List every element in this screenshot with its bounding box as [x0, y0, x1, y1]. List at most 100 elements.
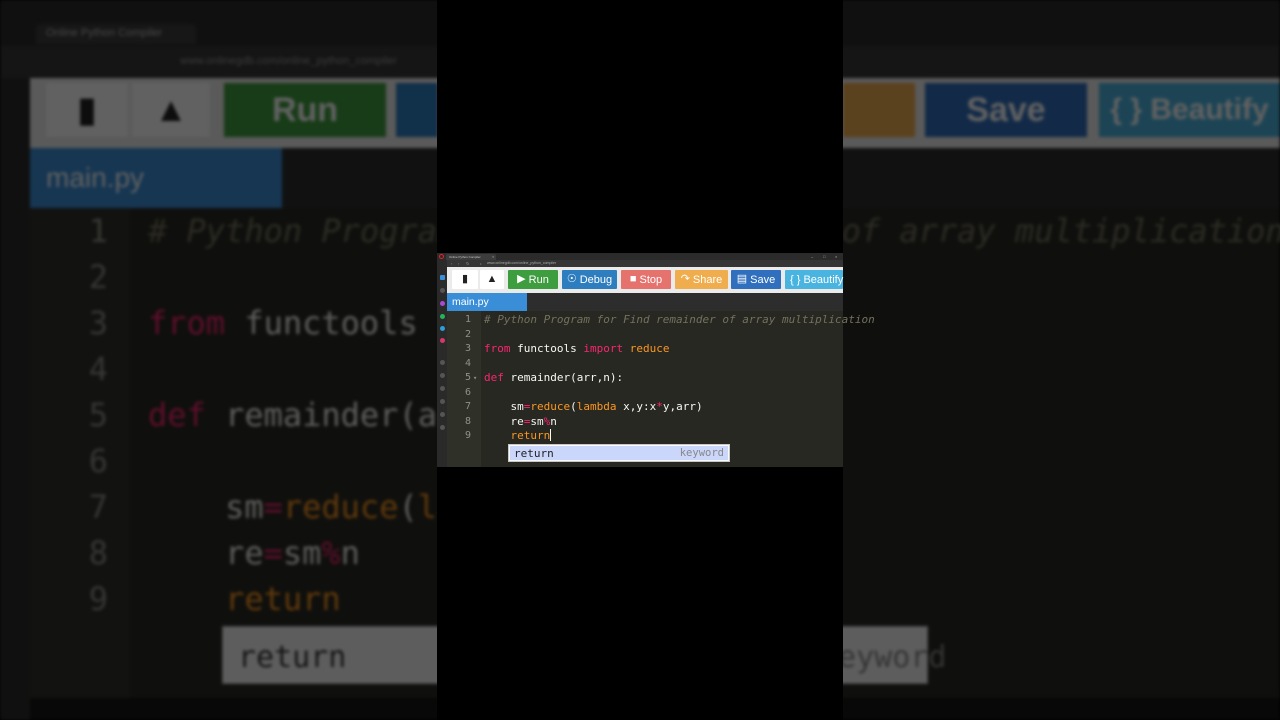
bg-code-token: [148, 580, 225, 618]
line-number: 6: [464, 386, 471, 398]
sidebar-history-icon[interactable]: [440, 360, 445, 365]
bg-url-text: www.onlinegdb.com/online_python_compiler: [180, 55, 398, 67]
bg-upload-button: ▲: [132, 83, 210, 137]
code-line[interactable]: 5 ▾ def remainder(arr,n):: [447, 371, 843, 386]
autocomplete-kind: keyword: [679, 447, 724, 459]
bg-save-label: Save: [966, 90, 1046, 129]
maximize-icon[interactable]: □: [823, 254, 825, 259]
save-button[interactable]: ▤ Save: [731, 270, 781, 289]
back-icon[interactable]: ‹: [451, 261, 452, 266]
bg-code-token: functools: [225, 304, 437, 342]
bg-share-button: [843, 83, 915, 137]
sidebar-settings-icon[interactable]: [440, 412, 445, 417]
code-text: sm=reduce(lambda x,y:x*y,arr): [484, 400, 702, 415]
sidebar-clock-icon[interactable]: [440, 399, 445, 404]
autocomplete-popup[interactable]: return keyword: [508, 444, 730, 462]
stop-button[interactable]: ■ Stop: [621, 270, 671, 289]
code-line[interactable]: 8 re=sm%n: [447, 415, 843, 430]
sidebar-heart-icon[interactable]: [440, 386, 445, 391]
bg-browser-tab: Online Python Compiler: [36, 24, 196, 44]
bg-code-token: sm: [148, 488, 264, 526]
code-token: from: [484, 342, 511, 355]
stop-label: Stop: [639, 273, 663, 286]
share-button[interactable]: ↷ Share: [675, 270, 728, 289]
code-token: def: [484, 371, 504, 384]
debug-button[interactable]: ☉ Debug: [562, 270, 617, 289]
code-token: # Python Program for Find remainder of a…: [484, 313, 875, 326]
sidebar-app-icon[interactable]: [440, 275, 445, 280]
bg-code-token: from: [148, 304, 226, 342]
opera-logo-icon[interactable]: [439, 254, 444, 259]
run-button[interactable]: ▶ Run: [508, 270, 558, 289]
code-line[interactable]: 1 # Python Program for Find remainder of …: [447, 313, 875, 328]
save-label: Save: [750, 273, 776, 286]
share-label: Share: [692, 273, 723, 286]
debug-label: Debug: [579, 273, 613, 286]
autocomplete-item[interactable]: return keyword: [510, 446, 728, 460]
sidebar-instagram-icon[interactable]: [440, 338, 445, 343]
bg-code-line: re=sm%n: [148, 534, 360, 572]
close-window-icon[interactable]: ×: [835, 254, 837, 259]
bg-new-file-button: ▮: [46, 83, 128, 137]
bg-code-line: return: [148, 580, 341, 618]
code-token: remainder(arr,n):: [503, 371, 624, 384]
text-cursor: [550, 429, 552, 441]
tab-close-icon[interactable]: ×: [492, 255, 494, 259]
code-token: *: [656, 400, 663, 413]
run-label: Run: [528, 273, 549, 286]
code-token: import: [583, 342, 624, 355]
code-line[interactable]: 3 from functools import reduce: [447, 342, 843, 357]
sidebar-pin-icon[interactable]: [440, 425, 445, 430]
sidebar-telegram-icon[interactable]: [440, 326, 445, 331]
bg-line-number: 9: [88, 580, 108, 618]
code-text: def remainder(arr,n):: [484, 371, 623, 386]
bg-sidebar: [0, 78, 30, 720]
bg-code-token: %: [321, 534, 341, 572]
code-token: reduce: [623, 342, 670, 355]
code-token: x,y:x: [616, 400, 657, 413]
fold-toggle-icon[interactable]: ▾: [473, 371, 477, 386]
code-line[interactable]: 4: [447, 357, 843, 372]
code-line[interactable]: 9 return: [447, 429, 843, 444]
bg-code-token: n: [340, 534, 360, 572]
code-token: (: [570, 400, 577, 413]
code-token: re: [484, 414, 524, 428]
sidebar-player-icon[interactable]: [440, 373, 445, 378]
new-file-button[interactable]: ▮: [452, 270, 478, 289]
code-line[interactable]: 7 sm=reduce(lambda x,y:x*y,arr): [447, 400, 843, 415]
bg-run-label: Run: [271, 90, 339, 129]
bg-line-number: 7: [88, 488, 108, 526]
bg-line-number: 1: [88, 212, 108, 250]
sidebar-messenger-icon[interactable]: [440, 301, 445, 306]
code-token: sm: [530, 414, 544, 428]
code-token: return: [510, 429, 551, 442]
line-number: 5: [464, 372, 471, 383]
bg-file-tab: main.py: [30, 148, 282, 208]
upload-button[interactable]: ▲: [480, 270, 504, 289]
bg-beautify-label: { } Beautify: [1110, 93, 1269, 126]
bg-code-token: re: [148, 534, 264, 572]
bg-autocomplete-word: return: [238, 640, 347, 675]
bg-line-number: 4: [88, 350, 108, 388]
forward-icon[interactable]: ›: [458, 261, 459, 266]
line-number: 9: [464, 430, 471, 441]
minimize-icon[interactable]: –: [811, 254, 813, 259]
url-text[interactable]: www.onlinegdb.com/online_python_compiler: [487, 261, 556, 266]
line-number: 7: [464, 401, 471, 412]
autocomplete-word: return: [514, 447, 554, 460]
bg-code-token: def: [148, 396, 206, 434]
sidebar-bookmark-icon[interactable]: [440, 288, 445, 293]
code-text: # Python Program for Find remainder of a…: [484, 313, 875, 328]
line-number: 2: [464, 328, 471, 340]
code-token: sm: [484, 400, 524, 413]
reload-icon[interactable]: ↻: [466, 261, 469, 266]
code-line[interactable]: 6: [447, 386, 843, 401]
beautify-label: { } Beautify: [790, 273, 844, 286]
file-tab-main-py[interactable]: main.py: [447, 293, 527, 311]
beautify-button[interactable]: { } Beautify: [785, 270, 843, 289]
code-token: n: [550, 414, 557, 428]
bg-line-number: 6: [88, 442, 108, 480]
sidebar-whatsapp-icon[interactable]: [440, 314, 445, 319]
code-line[interactable]: 2: [447, 328, 843, 343]
